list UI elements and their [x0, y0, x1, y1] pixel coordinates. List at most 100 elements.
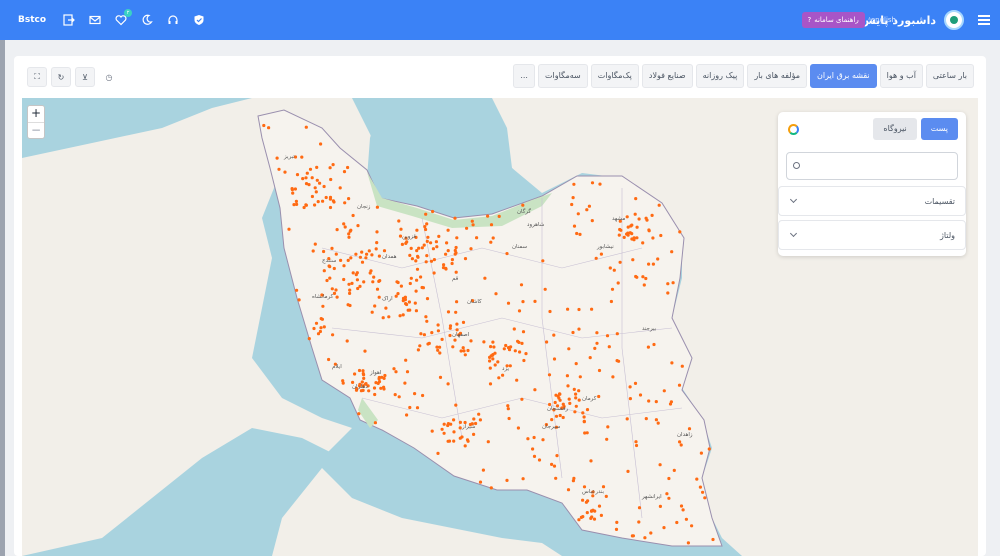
substation-marker[interactable] — [314, 190, 318, 194]
substation-marker[interactable] — [311, 249, 315, 253]
substation-marker[interactable] — [502, 347, 506, 351]
substation-marker[interactable] — [585, 208, 589, 212]
substation-marker[interactable] — [409, 276, 413, 280]
substation-marker[interactable] — [644, 276, 648, 281]
substation-marker[interactable] — [426, 235, 430, 239]
substation-marker[interactable] — [315, 165, 319, 169]
substation-marker[interactable] — [348, 288, 352, 292]
substation-marker[interactable] — [659, 233, 663, 238]
substation-marker[interactable] — [517, 309, 522, 313]
substation-marker[interactable] — [430, 429, 434, 433]
substation-marker[interactable] — [506, 404, 510, 408]
substation-marker[interactable] — [478, 480, 483, 484]
substation-marker[interactable] — [465, 226, 469, 230]
substation-marker[interactable] — [558, 392, 562, 396]
substation-marker[interactable] — [427, 341, 431, 345]
substation-marker[interactable] — [338, 186, 342, 190]
substation-marker[interactable] — [328, 265, 332, 269]
substation-marker[interactable] — [509, 345, 513, 349]
substation-marker[interactable] — [408, 253, 412, 257]
substation-marker[interactable] — [304, 176, 308, 180]
substation-marker[interactable] — [585, 511, 589, 515]
substation-marker[interactable] — [442, 431, 446, 435]
substation-marker[interactable] — [440, 427, 444, 431]
substation-marker[interactable] — [686, 541, 691, 545]
substation-marker[interactable] — [577, 389, 581, 393]
substation-marker[interactable] — [703, 496, 707, 500]
substation-marker[interactable] — [446, 228, 450, 232]
substation-marker[interactable] — [315, 178, 319, 182]
substation-marker[interactable] — [395, 280, 399, 284]
substation-marker[interactable] — [558, 413, 562, 418]
substation-marker[interactable] — [488, 359, 492, 363]
substation-marker[interactable] — [472, 432, 476, 436]
substation-marker[interactable] — [690, 524, 694, 528]
substation-marker[interactable] — [335, 228, 339, 232]
substation-marker[interactable] — [409, 246, 413, 250]
substation-marker[interactable] — [571, 330, 575, 335]
substation-marker[interactable] — [574, 362, 578, 366]
substation-marker[interactable] — [432, 271, 436, 275]
substation-marker[interactable] — [419, 275, 423, 279]
substation-marker[interactable] — [578, 232, 582, 236]
substation-marker[interactable] — [332, 266, 336, 271]
substation-marker[interactable] — [450, 261, 454, 266]
substation-marker[interactable] — [301, 177, 305, 181]
substation-marker[interactable] — [454, 310, 458, 314]
sidebar-scrollbar[interactable] — [0, 40, 5, 556]
substation-marker[interactable] — [463, 257, 468, 261]
substation-marker[interactable] — [675, 520, 679, 525]
substation-marker[interactable] — [678, 230, 682, 234]
substation-marker[interactable] — [595, 331, 599, 335]
substation-marker[interactable] — [574, 396, 578, 400]
substation-marker[interactable] — [631, 534, 636, 538]
substation-marker[interactable] — [522, 358, 526, 363]
substation-marker[interactable] — [322, 249, 326, 254]
substation-marker[interactable] — [430, 331, 434, 335]
substation-marker[interactable] — [357, 368, 362, 373]
substation-marker[interactable] — [291, 191, 295, 195]
substation-marker[interactable] — [267, 126, 271, 130]
substation-marker[interactable] — [295, 173, 300, 177]
substation-marker[interactable] — [541, 259, 545, 263]
tab-7[interactable]: سه‌مگاوات — [537, 64, 588, 88]
substation-marker[interactable] — [638, 393, 643, 397]
substation-marker[interactable] — [413, 301, 417, 305]
substation-marker[interactable] — [334, 288, 338, 292]
tab-4[interactable]: پیک روزانه — [695, 64, 745, 88]
substation-marker[interactable] — [493, 363, 497, 367]
substation-marker[interactable] — [438, 375, 443, 379]
substation-marker[interactable] — [630, 237, 634, 241]
substation-marker[interactable] — [399, 284, 403, 288]
substation-marker[interactable] — [332, 291, 337, 295]
substation-marker[interactable] — [566, 488, 571, 492]
substation-marker[interactable] — [505, 478, 509, 482]
substation-marker[interactable] — [618, 260, 622, 264]
substation-marker[interactable] — [497, 214, 501, 218]
substation-marker[interactable] — [622, 235, 626, 239]
substation-marker[interactable] — [331, 333, 335, 337]
substation-marker[interactable] — [615, 520, 619, 524]
substation-marker[interactable] — [679, 504, 684, 508]
substation-marker[interactable] — [404, 241, 408, 245]
substation-marker[interactable] — [666, 291, 670, 295]
substation-marker[interactable] — [354, 273, 358, 277]
substation-marker[interactable] — [275, 156, 279, 160]
substation-marker[interactable] — [668, 402, 673, 406]
substation-marker[interactable] — [561, 415, 565, 420]
substation-marker[interactable] — [593, 346, 597, 350]
substation-marker[interactable] — [452, 430, 456, 434]
substation-marker[interactable] — [343, 225, 347, 229]
substation-marker[interactable] — [424, 315, 428, 319]
substation-marker[interactable] — [656, 421, 660, 425]
substation-marker[interactable] — [508, 364, 512, 368]
substation-marker[interactable] — [524, 352, 528, 356]
substation-marker[interactable] — [612, 268, 616, 272]
substation-marker[interactable] — [327, 357, 331, 362]
substation-marker[interactable] — [421, 286, 425, 290]
substation-marker[interactable] — [504, 343, 508, 348]
substation-marker[interactable] — [597, 394, 601, 399]
substation-marker[interactable] — [294, 199, 298, 203]
substation-marker[interactable] — [670, 361, 674, 365]
substation-marker[interactable] — [341, 379, 345, 383]
